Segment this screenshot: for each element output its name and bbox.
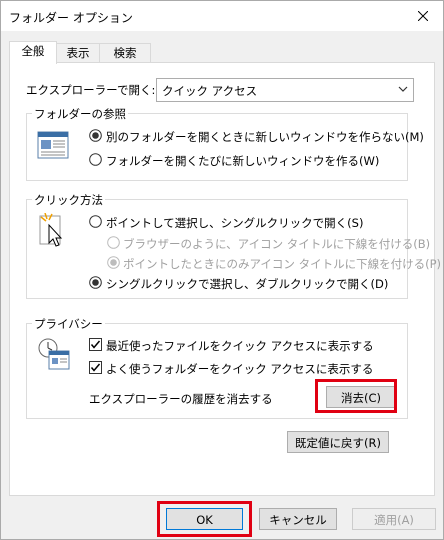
open-in-dropdown[interactable]: クイック アクセス: [156, 78, 414, 102]
tab-view[interactable]: 表示: [55, 43, 101, 63]
apply-button[interactable]: 適用(A): [352, 508, 436, 530]
title-bar: フォルダー オプション: [1, 1, 443, 31]
radio-double-click[interactable]: [89, 276, 102, 289]
click-method-group: クリック方法 ポイントして選択し、シングルクリックで開く(S) ブラウザーのよう…: [26, 192, 441, 299]
general-panel: エクスプローラーで開く: クイック アクセス フォルダーの参照 別のフォルダーを…: [9, 62, 441, 496]
radio-single-click[interactable]: [89, 215, 102, 228]
ok-button-highlight: [157, 501, 252, 537]
clear-button-highlight: [315, 379, 397, 413]
option-same-window-label: 別のフォルダーを開くときに新しいウィンドウを作らない(M): [106, 130, 424, 144]
click-method-title: クリック方法: [32, 192, 105, 208]
window-title: フォルダー オプション: [9, 11, 133, 25]
tab-search[interactable]: 検索: [99, 43, 151, 63]
browse-folders-icon: [37, 131, 69, 162]
radio-underline-always: [107, 236, 120, 249]
recent-files-label: 最近使ったファイルをクイック アクセスに表示する: [106, 339, 374, 353]
option-underline-always-label: ブラウザーのように、アイコン タイトルに下線を付ける(B): [123, 237, 431, 251]
browse-folders-group: フォルダーの参照 別のフォルダーを開くときに新しいウィンドウを作らない(M) フ…: [26, 106, 424, 181]
close-button[interactable]: [403, 1, 443, 31]
checkbox-frequent-folders[interactable]: [89, 361, 102, 374]
option-single-click-label: ポイントして選択し、シングルクリックで開く(S): [106, 216, 364, 230]
tab-general[interactable]: 全般: [9, 41, 57, 64]
frequent-folders-label: よく使うフォルダーをクイック アクセスに表示する: [106, 362, 374, 376]
restore-defaults-button[interactable]: 既定値に戻す(R): [287, 431, 389, 453]
privacy-title: プライバシー: [32, 316, 105, 332]
open-in-value: クイック アクセス: [162, 84, 258, 98]
option-new-window-label: フォルダーを開くたびに新しいウィンドウを作る(W): [106, 154, 380, 168]
option-double-click-label: シングルクリックで選択し、ダブルクリックで開く(D): [106, 277, 389, 291]
privacy-icon: [37, 337, 71, 374]
clear-history-label: エクスプローラーの履歴を消去する: [89, 392, 273, 406]
radio-underline-hover: [107, 256, 120, 269]
browse-folders-title: フォルダーの参照: [32, 106, 128, 122]
pointer-click-icon: [39, 212, 69, 252]
radio-new-window[interactable]: [89, 153, 102, 166]
option-underline-hover-label: ポイントしたときにのみアイコン タイトルに下線を付ける(P): [123, 257, 441, 271]
close-icon: [418, 11, 428, 21]
open-in-label: エクスプローラーで開く:: [26, 83, 156, 97]
radio-same-window[interactable]: [89, 129, 102, 142]
chevron-down-icon: [398, 83, 408, 97]
cancel-button[interactable]: キャンセル: [259, 508, 337, 530]
checkbox-recent-files[interactable]: [89, 338, 102, 351]
folder-options-dialog: フォルダー オプション 全般 表示 検索 エクスプローラーで開く: クイック ア…: [0, 0, 444, 540]
